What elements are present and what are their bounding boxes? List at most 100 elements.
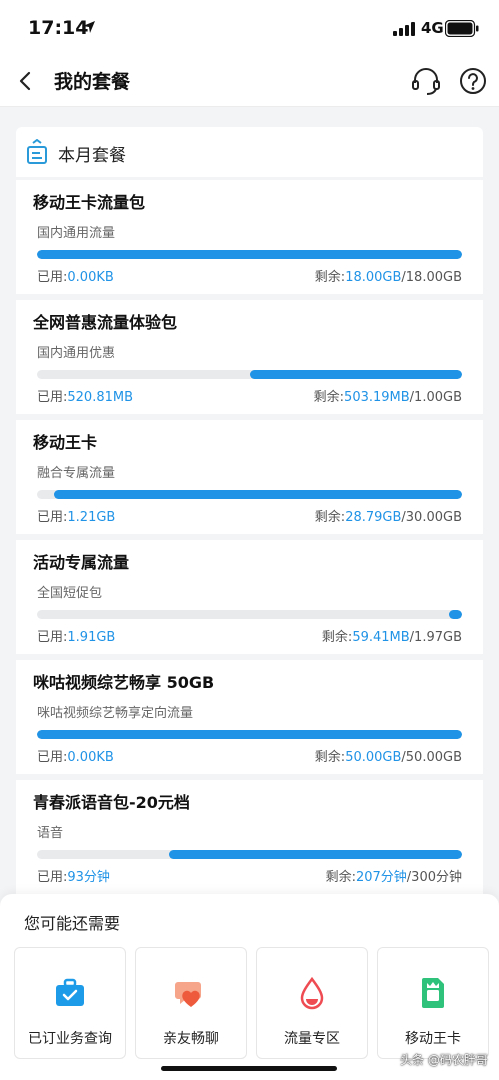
plan-list-icon [27, 139, 47, 164]
package-desc: 咪咕视频综艺畅享定向流量 [37, 706, 194, 721]
recommend-title: 您可能还需要 [24, 914, 121, 933]
water-drop-icon [300, 976, 324, 1010]
package-card[interactable]: 移动王卡 融合专属流量 已用:1.21GB 剩余:28.79GB/30.00GB [16, 420, 483, 534]
used-value: 520.81MB [67, 390, 134, 405]
remain-label: 剩余: [321, 630, 353, 645]
sim-card-icon [422, 978, 444, 1008]
help-icon[interactable] [459, 67, 487, 95]
package-desc: 国内通用流量 [37, 226, 116, 241]
usage-progress-track [37, 250, 462, 259]
signal-icon [393, 22, 415, 36]
watermark: 头条 @码农胖哥 [400, 1053, 488, 1067]
used-value: 1.91GB [67, 630, 116, 645]
back-arrow-icon[interactable] [14, 68, 38, 94]
used-label: 已用: [37, 870, 68, 885]
used-amount: 已用:520.81MB [37, 386, 133, 405]
used-value: 93分钟 [67, 870, 110, 885]
used-label: 已用: [37, 390, 68, 405]
network-type: 4G [421, 19, 444, 37]
usage-progress-track [37, 370, 462, 379]
package-desc: 融合专属流量 [37, 466, 116, 481]
tile-subscribed-services[interactable]: 已订业务查询 [14, 947, 126, 1059]
package-card[interactable]: 移动王卡流量包 国内通用流量 已用:0.00KB 剩余:18.00GB/18.0… [16, 180, 483, 294]
remain-value: 503.19MB [344, 390, 410, 405]
remain-label: 剩余: [314, 750, 346, 765]
remain-label: 剩余: [313, 390, 345, 405]
tile-king-card[interactable]: 移动王卡 [377, 947, 489, 1059]
usage-progress-fill [54, 490, 462, 499]
package-card[interactable]: 活动专属流量 全国短促包 已用:1.91GB 剩余:59.41MB/1.97GB [16, 540, 483, 654]
remaining-amount: 剩余:207分钟/300分钟 [326, 866, 462, 885]
used-label: 已用: [37, 750, 68, 765]
remain-value: 28.79GB [345, 510, 402, 525]
remain-value: 207分钟 [355, 870, 407, 885]
package-name: 移动王卡 [33, 433, 98, 452]
tile-label: 已订业务查询 [28, 1031, 112, 1047]
tile-label: 亲友畅聊 [163, 1031, 219, 1047]
battery-icon [445, 20, 479, 37]
usage-progress-fill [37, 250, 462, 259]
total-value: /30.00GB [401, 510, 462, 525]
remain-label: 剩余: [314, 510, 346, 525]
remain-value: 18.00GB [345, 270, 402, 285]
package-name: 移动王卡流量包 [33, 193, 146, 212]
package-name: 青春派语音包-20元档 [33, 793, 190, 812]
package-name: 全网普惠流量体验包 [33, 313, 178, 332]
home-indicator [161, 1066, 337, 1071]
used-value: 0.00KB [67, 750, 114, 765]
package-desc: 语音 [37, 826, 64, 841]
tile-label: 流量专区 [284, 1031, 340, 1047]
used-value: 0.00KB [67, 270, 114, 285]
chat-heart-icon [175, 982, 201, 1007]
package-desc: 国内通用优惠 [37, 346, 116, 361]
remaining-amount: 剩余:503.19MB/1.00GB [314, 386, 462, 405]
total-value: /1.97GB [409, 630, 462, 645]
package-desc: 全国短促包 [37, 586, 103, 601]
tile-family-chat[interactable]: 亲友畅聊 [135, 947, 247, 1059]
month-plan-label: 本月套餐 [58, 146, 126, 166]
used-amount: 已用:1.91GB [37, 626, 115, 645]
usage-progress-track [37, 850, 462, 859]
usage-progress-fill [249, 370, 462, 379]
usage-progress-track [37, 610, 462, 619]
package-name: 活动专属流量 [33, 553, 130, 572]
used-amount: 已用:0.00KB [37, 746, 114, 765]
tile-label: 移动王卡 [405, 1031, 461, 1047]
usage-progress-track [37, 730, 462, 739]
used-amount: 已用:1.21GB [37, 506, 115, 525]
remain-label: 剩余: [314, 270, 346, 285]
package-card[interactable]: 全网普惠流量体验包 国内通用优惠 已用:520.81MB 剩余:503.19MB… [16, 300, 483, 414]
used-amount: 已用:93分钟 [37, 866, 110, 885]
remain-value: 59.41MB [352, 630, 410, 645]
briefcase-icon [56, 978, 84, 1006]
usage-progress-fill [168, 850, 462, 859]
location-arrow-icon [83, 21, 95, 33]
used-label: 已用: [37, 270, 68, 285]
remaining-amount: 剩余:28.79GB/30.00GB [315, 506, 462, 525]
status-time: 17:14 [28, 17, 89, 39]
headset-icon[interactable] [410, 66, 442, 96]
used-label: 已用: [37, 510, 68, 525]
package-card[interactable]: 咪咕视频综艺畅享 50GB 咪咕视频综艺畅享定向流量 已用:0.00KB 剩余:… [16, 660, 483, 774]
remaining-amount: 剩余:59.41MB/1.97GB [322, 626, 462, 645]
package-card[interactable]: 青春派语音包-20元档 语音 已用:93分钟 剩余:207分钟/300分钟 [16, 780, 483, 894]
total-value: /1.00GB [409, 390, 462, 405]
usage-progress-fill [37, 730, 462, 739]
status-bar: 17:14 4G [0, 0, 499, 58]
tile-data-zone[interactable]: 流量专区 [256, 947, 368, 1059]
used-label: 已用: [37, 630, 68, 645]
nav-bar: 我的套餐 [0, 58, 499, 107]
remain-value: 50.00GB [345, 750, 402, 765]
package-name: 咪咕视频综艺畅享 50GB [33, 673, 215, 692]
remain-label: 剩余: [325, 870, 356, 885]
usage-progress-fill [449, 610, 462, 619]
page-title: 我的套餐 [54, 71, 131, 93]
total-value: /300分钟 [406, 870, 462, 885]
total-value: /50.00GB [401, 750, 462, 765]
usage-progress-track [37, 490, 462, 499]
remaining-amount: 剩余:50.00GB/50.00GB [315, 746, 462, 765]
total-value: /18.00GB [401, 270, 462, 285]
remaining-amount: 剩余:18.00GB/18.00GB [315, 266, 462, 285]
month-plan-header: 本月套餐 [16, 127, 483, 177]
used-value: 1.21GB [67, 510, 116, 525]
